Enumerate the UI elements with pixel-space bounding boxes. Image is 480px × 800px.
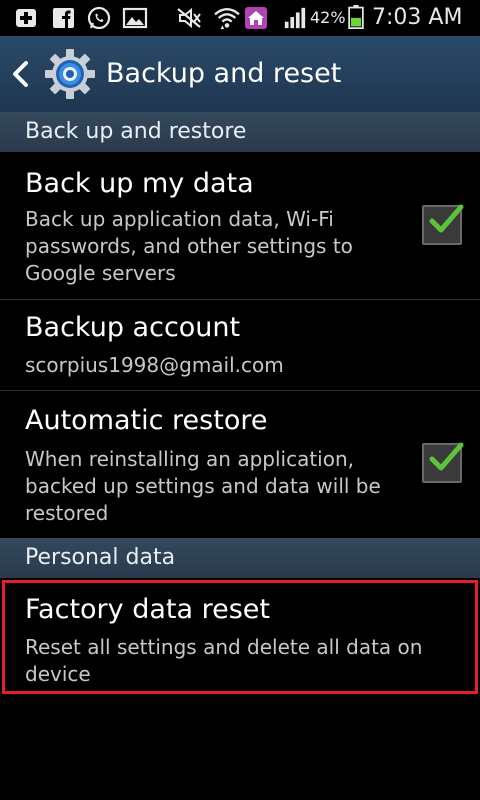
- battery-percent: 42%: [310, 8, 346, 27]
- action-bar: Backup and reset: [0, 36, 480, 112]
- highlight-annotation-box: [2, 580, 478, 694]
- section-header-label: Personal data: [25, 545, 176, 570]
- item-summary: When reinstalling an application, backed…: [25, 447, 381, 525]
- battery-icon: [348, 5, 364, 29]
- home-app-icon: [245, 7, 267, 29]
- item-title: Back up my data: [25, 168, 254, 199]
- section-header-label: Back up and restore: [25, 119, 247, 144]
- item-title: Automatic restore: [25, 405, 268, 436]
- clock: 7:03 AM: [372, 5, 463, 30]
- image-icon: [122, 7, 148, 29]
- section-header-personal-data: Personal data: [0, 538, 480, 578]
- add-box-icon: [16, 9, 36, 27]
- mute-icon: [177, 7, 201, 29]
- item-title: Backup account: [25, 312, 241, 343]
- list-item-automatic-restore[interactable]: Automatic restore When reinstalling an a…: [0, 391, 480, 537]
- wifi-icon: [214, 8, 240, 30]
- checkmark-icon: [429, 442, 464, 471]
- page-title: Backup and reset: [106, 58, 342, 89]
- signal-icon: [284, 7, 306, 29]
- back-arrow-icon[interactable]: [10, 60, 30, 88]
- checkmark-icon: [429, 204, 464, 233]
- item-summary: scorpius1998@gmail.com: [25, 353, 284, 377]
- backup-my-data-checkbox[interactable]: [422, 204, 464, 245]
- whatsapp-icon: [87, 6, 111, 30]
- list-item-backup-my-data[interactable]: Back up my data Back up application data…: [0, 152, 480, 299]
- status-bar: 42% 7:03 AM: [0, 0, 480, 36]
- section-header-backup-restore: Back up and restore: [0, 112, 480, 152]
- list-item-backup-account[interactable]: Backup account scorpius1998@gmail.com: [0, 300, 480, 390]
- settings-gear-icon: [45, 49, 95, 99]
- automatic-restore-checkbox[interactable]: [422, 442, 464, 483]
- item-summary: Back up application data, Wi-Fi password…: [25, 207, 353, 285]
- facebook-icon: [53, 8, 74, 28]
